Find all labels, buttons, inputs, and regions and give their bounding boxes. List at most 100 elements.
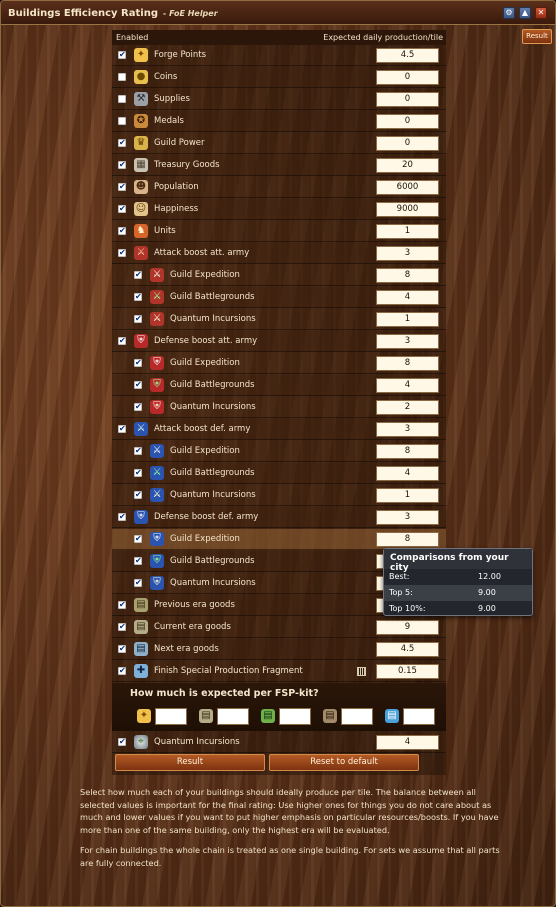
current-era-goods-icon: ▤ [134,620,148,634]
fsp-kit-input[interactable] [279,708,311,725]
row-value-input[interactable]: 9 [376,620,439,635]
row-value-input[interactable]: 0 [376,136,439,151]
row-value-input[interactable]: 1 [376,312,439,327]
row-checkbox[interactable]: ✔ [118,51,126,59]
row-value-input[interactable]: 4.5 [376,48,439,63]
row-checkbox[interactable]: ✔ [118,601,126,609]
row-checkbox[interactable]: ✔ [134,315,142,323]
row-value-input[interactable]: 0.15 [376,664,439,679]
row-value-input[interactable]: 4.5 [376,642,439,657]
table-row: ✪ Medals 0 [112,111,446,132]
row-checkbox[interactable]: ✔ [134,469,142,477]
attack-att-qi-icon: ⚔ [150,312,164,326]
row-checkbox[interactable]: ✔ [118,667,126,675]
row-value-input[interactable]: 3 [376,334,439,349]
row-label: Supplies [154,94,190,104]
row-value-input[interactable]: 0 [376,92,439,107]
fsp-kit-input[interactable] [403,708,435,725]
row-checkbox[interactable] [118,117,126,125]
row-value-input[interactable]: 2 [376,400,439,415]
quantum-incursions-input[interactable]: 4 [376,735,439,750]
row-checkbox[interactable]: ✔ [134,447,142,455]
row-value-input[interactable]: 0 [376,114,439,129]
table-row: ✔ ⚔ Guild Battlegrounds 4 [112,287,446,308]
row-checkbox[interactable]: ✔ [118,645,126,653]
row-label: Quantum Incursions [170,402,256,412]
close-icon[interactable]: ✕ [535,7,547,19]
row-checkbox[interactable]: ✔ [134,535,142,543]
defense-att-qi-icon: ⛨ [150,400,164,414]
row-value-input[interactable]: 1 [376,488,439,503]
row-checkbox[interactable] [118,73,126,81]
row-checkbox[interactable]: ✔ [134,293,142,301]
row-label: Population [154,182,199,192]
title-bar[interactable]: Buildings Efficiency Rating - FoE Helper … [1,1,555,25]
table-row: ✔ ♛ Guild Power 0 [112,133,446,154]
defense-att-gbg-icon: ⛨ [150,378,164,392]
row-checkbox[interactable]: ✔ [118,205,126,213]
row-checkbox[interactable]: ✔ [134,579,142,587]
row-checkbox[interactable]: ✔ [134,271,142,279]
row-checkbox[interactable]: ✔ [134,403,142,411]
row-checkbox[interactable]: ✔ [118,337,126,345]
minimize-icon[interactable]: ▲ [519,7,531,19]
row-checkbox[interactable]: ✔ [134,557,142,565]
row-value-input[interactable]: 8 [376,268,439,283]
row-label: Finish Special Production Fragment [154,666,303,676]
fsp-kit-input[interactable] [155,708,187,725]
row-value-input[interactable]: 0 [376,70,439,85]
row-value-input[interactable]: 4 [376,290,439,305]
column-enabled: Enabled [116,33,149,42]
row-value-input[interactable]: 8 [376,532,439,547]
table-row: ✔ ⛨ Guild Expedition 8 [112,353,446,374]
row-checkbox[interactable]: ✔ [118,249,126,257]
row-label: Current era goods [154,622,231,632]
row-value-input[interactable]: 3 [376,510,439,525]
coins-icon: ● [134,70,148,84]
row-value-input[interactable]: 4 [376,466,439,481]
row-checkbox[interactable]: ✔ [134,381,142,389]
row-checkbox[interactable]: ✔ [134,491,142,499]
row-value-input[interactable]: 4 [376,378,439,393]
row-checkbox[interactable]: ✔ [118,425,126,433]
row-value-input[interactable]: 6000 [376,180,439,195]
top-result-button[interactable]: Result [522,29,552,44]
fsp-kit-box: How much is expected per FSP-kit? ✦ ▤ ▤ ▤ ▤ [112,683,446,731]
row-checkbox[interactable]: ✔ [118,183,126,191]
row-value-input[interactable]: 8 [376,356,439,371]
row-value-input[interactable]: 9000 [376,202,439,217]
tooltip-row-top5: Top 5: 9.00 [384,585,532,601]
row-checkbox[interactable]: ✔ [134,359,142,367]
row-checkbox[interactable]: ✔ [118,513,126,521]
table-row: ✔ ⚔ Guild Expedition 8 [112,441,446,462]
row-value-input[interactable]: 3 [376,422,439,437]
row-label: Defense boost def. army [154,512,259,522]
row-value-input[interactable]: 3 [376,246,439,261]
table-row: ⚒ Supplies 0 [112,89,446,110]
quantum-incursions-checkbox[interactable]: ✔ [118,738,126,746]
row-value-input[interactable]: 1 [376,224,439,239]
result-button[interactable]: Result [115,754,265,771]
description: Select how much each of your buildings s… [80,786,510,877]
table-row: ✔ ☺ Happiness 9000 [112,199,446,220]
row-checkbox[interactable] [118,95,126,103]
row-checkbox[interactable]: ✔ [118,227,126,235]
medals-icon: ✪ [134,114,148,128]
row-label: Guild Battlegrounds [170,292,255,302]
row-checkbox[interactable]: ✔ [118,161,126,169]
row-checkbox[interactable]: ✔ [118,623,126,631]
gear-icon[interactable]: ⚙ [503,7,515,19]
row-value-input[interactable]: 20 [376,158,439,173]
table-row: ✔ ⛨ Guild Expedition 8 [112,529,446,550]
fsp-kit-input[interactable] [217,708,249,725]
table-header: Enabled Expected daily production/tile [112,30,446,45]
row-label: Attack boost att. army [154,248,250,258]
grid-icon[interactable] [357,667,366,676]
reset-to-default-button[interactable]: Reset to default [269,754,419,771]
table-row: ✔ ⚔ Attack boost def. army 3 [112,419,446,440]
table-row: ✔ ⛨ Guild Battlegrounds 4 [112,375,446,396]
row-checkbox[interactable]: ✔ [118,139,126,147]
row-value-input[interactable]: 8 [376,444,439,459]
row-label: Forge Points [154,50,206,60]
fsp-kit-input[interactable] [341,708,373,725]
